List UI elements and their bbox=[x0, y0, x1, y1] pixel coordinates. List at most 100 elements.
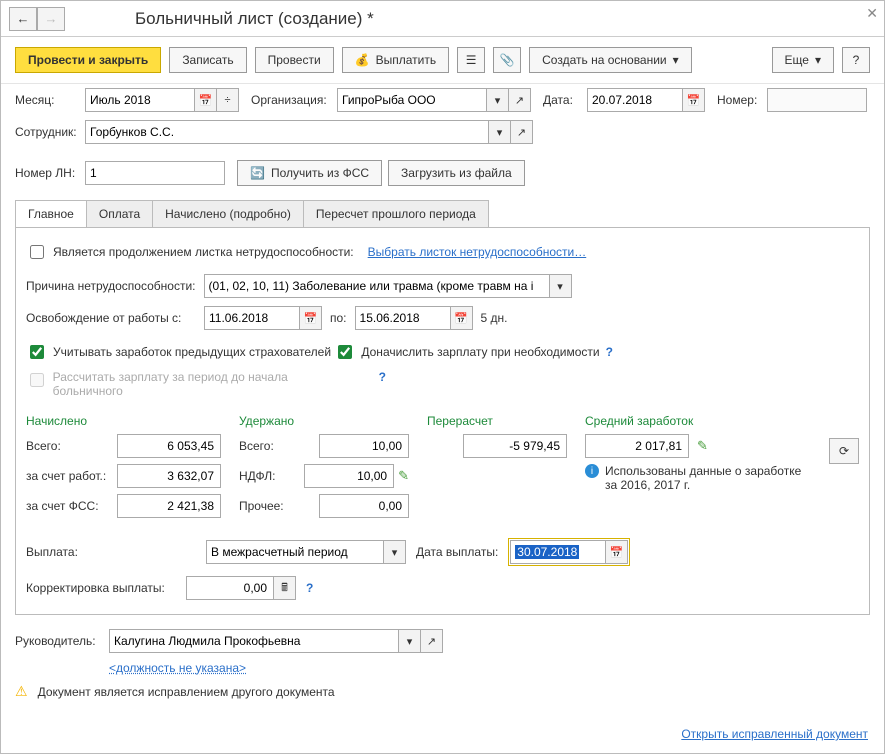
employee-input[interactable] bbox=[85, 120, 489, 144]
pencil-icon[interactable]: ✎ bbox=[398, 468, 409, 484]
select-sheet-link[interactable]: Выбрать листок нетрудоспособности… bbox=[368, 245, 587, 259]
info-icon: i bbox=[585, 464, 599, 478]
help-icon[interactable]: ? bbox=[606, 345, 613, 359]
recalc-header: Перерасчет bbox=[427, 414, 567, 428]
date-to-label: по: bbox=[330, 311, 347, 325]
release-label: Освобождение от работы с: bbox=[26, 311, 196, 325]
chevron-down-icon: ▾ bbox=[815, 53, 821, 67]
tab-accrued-detail[interactable]: Начислено (подробно) bbox=[152, 200, 304, 227]
date-to-input[interactable] bbox=[355, 306, 451, 330]
pay-button-label: Выплатить bbox=[376, 53, 437, 67]
date-label: Дата: bbox=[543, 93, 581, 107]
avg-input[interactable] bbox=[585, 434, 689, 458]
fss-label: за счет ФСС: bbox=[26, 499, 99, 513]
open-corrected-label: Открыть исправленный документ bbox=[681, 727, 868, 741]
reason-label: Причина нетрудоспособности: bbox=[26, 279, 196, 293]
payment-label: Выплата: bbox=[26, 545, 196, 559]
chevron-down-icon[interactable]: ▾ bbox=[384, 540, 406, 564]
chevron-down-icon[interactable]: ▾ bbox=[550, 274, 572, 298]
spinner-icon[interactable]: ÷ bbox=[217, 88, 239, 112]
calendar-icon[interactable]: 📅 bbox=[606, 540, 628, 564]
days-label: 5 дн. bbox=[481, 311, 508, 325]
nav-forward-button[interactable]: → bbox=[37, 7, 65, 31]
calendar-icon[interactable]: 📅 bbox=[683, 88, 705, 112]
open-icon[interactable]: ↗ bbox=[509, 88, 531, 112]
chevron-down-icon[interactable]: ▾ bbox=[487, 88, 509, 112]
warning-text: Документ является исправлением другого д… bbox=[38, 685, 335, 699]
warning-icon: ⚠ bbox=[15, 683, 28, 700]
withheld-total-input[interactable] bbox=[319, 434, 409, 458]
load-from-file-button[interactable]: Загрузить из файла bbox=[388, 160, 525, 186]
calendar-icon[interactable]: 📅 bbox=[451, 306, 473, 330]
use-prev-label: Учитывать заработок предыдущих страховат… bbox=[53, 345, 331, 359]
recalc-checkbox bbox=[30, 373, 44, 387]
tab-recalc[interactable]: Пересчет прошлого периода bbox=[303, 200, 489, 227]
list-icon-button[interactable]: ☰ bbox=[457, 47, 485, 73]
other-input[interactable] bbox=[319, 494, 409, 518]
month-input[interactable] bbox=[85, 88, 195, 112]
payment-type-input[interactable] bbox=[206, 540, 384, 564]
head-label: Руководитель: bbox=[15, 634, 103, 648]
use-prev-checkbox[interactable] bbox=[30, 345, 44, 359]
org-label: Организация: bbox=[251, 93, 331, 107]
employee-label: Сотрудник: bbox=[15, 125, 79, 139]
more-button[interactable]: Еще ▾ bbox=[772, 47, 834, 73]
open-icon[interactable]: ↗ bbox=[421, 629, 443, 653]
post-and-close-button[interactable]: Провести и закрыть bbox=[15, 47, 161, 73]
calculator-icon[interactable]: 🖩 bbox=[274, 576, 296, 600]
post-button[interactable]: Провести bbox=[255, 47, 334, 73]
create-based-on-button[interactable]: Создать на основании ▾ bbox=[529, 47, 692, 73]
attach-button[interactable]: 📎 bbox=[493, 47, 521, 73]
employer-label: за счет работ.: bbox=[26, 469, 106, 483]
number-label: Номер: bbox=[717, 93, 761, 107]
help-button[interactable]: ? bbox=[842, 47, 870, 73]
correction-input[interactable] bbox=[186, 576, 274, 600]
calendar-icon[interactable]: 📅 bbox=[300, 306, 322, 330]
chevron-down-icon[interactable]: ▾ bbox=[399, 629, 421, 653]
position-link[interactable]: <должность не указана> bbox=[109, 661, 246, 675]
ln-input[interactable] bbox=[85, 161, 225, 185]
chevron-down-icon[interactable]: ▾ bbox=[489, 120, 511, 144]
accrue-label: Доначислить зарплату при необходимости bbox=[361, 345, 599, 359]
help-icon[interactable]: ? bbox=[379, 370, 386, 384]
correction-label: Корректировка выплаты: bbox=[26, 581, 176, 595]
recalc-input[interactable] bbox=[463, 434, 567, 458]
calendar-icon[interactable]: 📅 bbox=[195, 88, 217, 112]
money-icon: 💰 bbox=[355, 53, 370, 67]
open-icon[interactable]: ↗ bbox=[511, 120, 533, 144]
withheld-header: Удержано bbox=[239, 414, 409, 428]
help-icon[interactable]: ? bbox=[306, 581, 313, 595]
window-title: Больничный лист (создание) * bbox=[135, 9, 374, 29]
pay-date-label: Дата выплаты: bbox=[416, 545, 498, 559]
tab-payment[interactable]: Оплата bbox=[86, 200, 153, 227]
tab-main[interactable]: Главное bbox=[15, 200, 87, 227]
total-label: Всего: bbox=[26, 439, 61, 453]
chevron-down-icon: ▾ bbox=[673, 53, 679, 67]
date-input[interactable] bbox=[587, 88, 683, 112]
continuation-checkbox[interactable] bbox=[30, 245, 44, 259]
refresh-button[interactable]: ⟳ bbox=[829, 438, 859, 464]
withheld-total-label: Всего: bbox=[239, 439, 274, 453]
accrued-total-input[interactable] bbox=[117, 434, 221, 458]
accrued-employer-input[interactable] bbox=[117, 464, 221, 488]
open-corrected-link[interactable]: Открыть исправленный документ bbox=[681, 727, 868, 741]
date-from-input[interactable] bbox=[204, 306, 300, 330]
create-based-label: Создать на основании bbox=[542, 53, 667, 67]
org-input[interactable] bbox=[337, 88, 487, 112]
nav-back-button[interactable]: ← bbox=[9, 7, 37, 31]
number-input[interactable] bbox=[767, 88, 867, 112]
more-label: Еще bbox=[785, 53, 809, 67]
get-from-fss-button[interactable]: 🔄 Получить из ФСС bbox=[237, 160, 382, 186]
ln-label: Номер ЛН: bbox=[15, 166, 79, 180]
list-icon: ☰ bbox=[466, 53, 477, 67]
save-button[interactable]: Записать bbox=[169, 47, 246, 73]
close-icon[interactable]: ✕ bbox=[866, 5, 878, 22]
head-input[interactable] bbox=[109, 629, 399, 653]
accrue-checkbox[interactable] bbox=[338, 345, 352, 359]
pay-date-input[interactable]: 30.07.2018 bbox=[510, 540, 606, 564]
accrued-fss-input[interactable] bbox=[117, 494, 221, 518]
reason-input[interactable] bbox=[204, 274, 550, 298]
pay-button[interactable]: 💰 Выплатить bbox=[342, 47, 449, 73]
pencil-icon[interactable]: ✎ bbox=[697, 438, 708, 454]
ndfl-input[interactable] bbox=[304, 464, 394, 488]
